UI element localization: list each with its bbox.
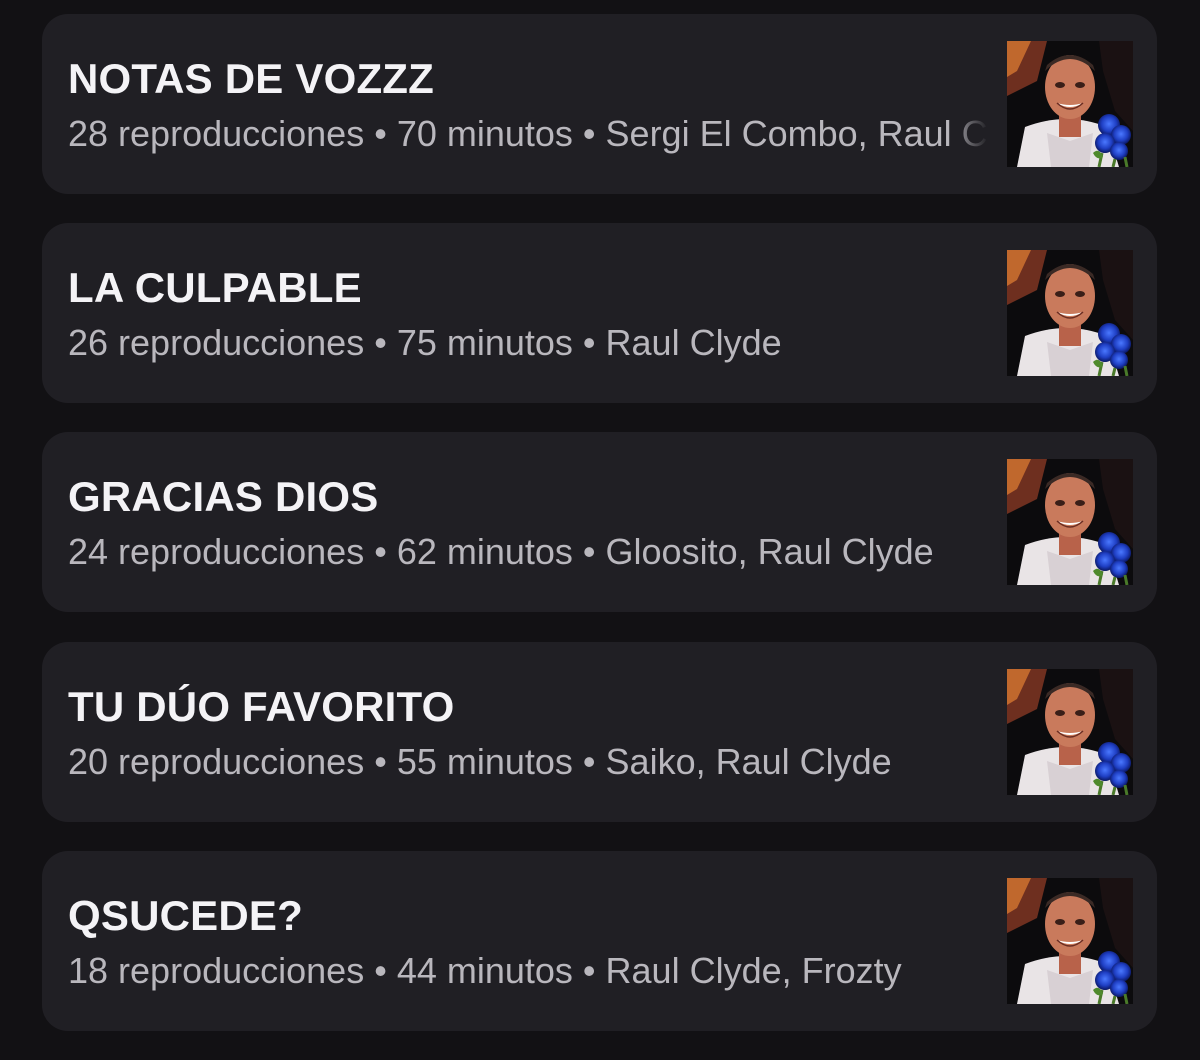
cover-image <box>1007 669 1133 795</box>
playlist-meta: 20 reproducciones • 55 minutos • Saiko, Raul… <box>68 741 988 783</box>
playlist-thumbnail <box>1007 669 1133 795</box>
duration: 62 minutos <box>396 531 573 572</box>
playlist-card[interactable]: GRACIAS DIOS 24 reproducciones • 62 minuto… <box>42 432 1157 612</box>
duration: 75 minutos <box>396 322 573 363</box>
playlist-thumbnail <box>1007 250 1133 376</box>
play-count: 28 reproducciones <box>68 113 365 154</box>
playlist-card[interactable]: QSUCEDE? 18 reproducciones • 44 minutos • Ra… <box>42 851 1157 1031</box>
playlist-title: GRACIAS DIOS <box>68 473 379 520</box>
playlist-title: LA CULPABLE <box>68 264 362 311</box>
playlist-card[interactable]: NOTAS DE VOZZZ 28 reproducciones • 70 minu… <box>42 14 1157 194</box>
separator-dot: • <box>374 322 387 363</box>
separator-dot: • <box>582 531 596 572</box>
play-count: 20 reproducciones <box>68 741 365 782</box>
playlist-card[interactable]: LA CULPABLE 26 reproducciones • 75 minutos… <box>42 223 1157 403</box>
play-count: 24 reproducciones <box>68 531 365 572</box>
artists: Raul Clyde, Frozty <box>605 950 902 991</box>
playlist-thumbnail <box>1007 878 1133 1004</box>
artists: Raul Clyde <box>605 322 782 363</box>
separator-dot: • <box>582 322 596 363</box>
playlist-title: QSUCEDE? <box>68 892 303 939</box>
cover-image <box>1007 250 1133 376</box>
separator-dot: • <box>374 113 387 154</box>
cover-image <box>1007 459 1133 585</box>
cover-image <box>1007 878 1133 1004</box>
playlist-meta: 18 reproducciones • 44 minutos • Raul Clyde,… <box>68 950 988 992</box>
separator-dot: • <box>374 950 387 991</box>
playlist-thumbnail <box>1007 41 1133 167</box>
duration: 70 minutos <box>396 113 573 154</box>
playlist-thumbnail <box>1007 459 1133 585</box>
artists: Sergi El Combo, Raul Clyde <box>605 113 988 154</box>
playlist-meta: 26 reproducciones • 75 minutos • Raul Clyde <box>68 322 988 364</box>
separator-dot: • <box>374 741 387 782</box>
separator-dot: • <box>374 531 387 572</box>
playlist-meta: 28 reproducciones • 70 minutos • Sergi El Co… <box>68 113 988 155</box>
duration: 44 minutos <box>396 950 573 991</box>
playlist-title: NOTAS DE VOZZZ <box>68 55 435 102</box>
playlist-card[interactable]: TU DÚO FAVORITO 20 reproducciones • 55 min… <box>42 642 1157 822</box>
playlist-title: TU DÚO FAVORITO <box>68 683 455 730</box>
separator-dot: • <box>582 741 596 782</box>
play-count: 18 reproducciones <box>68 950 365 991</box>
playlist-meta: 24 reproducciones • 62 minutos • Gloosito, R… <box>68 531 988 573</box>
artists: Saiko, Raul Clyde <box>605 741 892 782</box>
separator-dot: • <box>582 950 596 991</box>
cover-image <box>1007 41 1133 167</box>
artists: Gloosito, Raul Clyde <box>605 531 934 572</box>
playlist-list: NOTAS DE VOZZZ 28 reproducciones • 70 minu… <box>0 0 1200 1060</box>
separator-dot: • <box>582 113 596 154</box>
duration: 55 minutos <box>396 741 573 782</box>
play-count: 26 reproducciones <box>68 322 365 363</box>
